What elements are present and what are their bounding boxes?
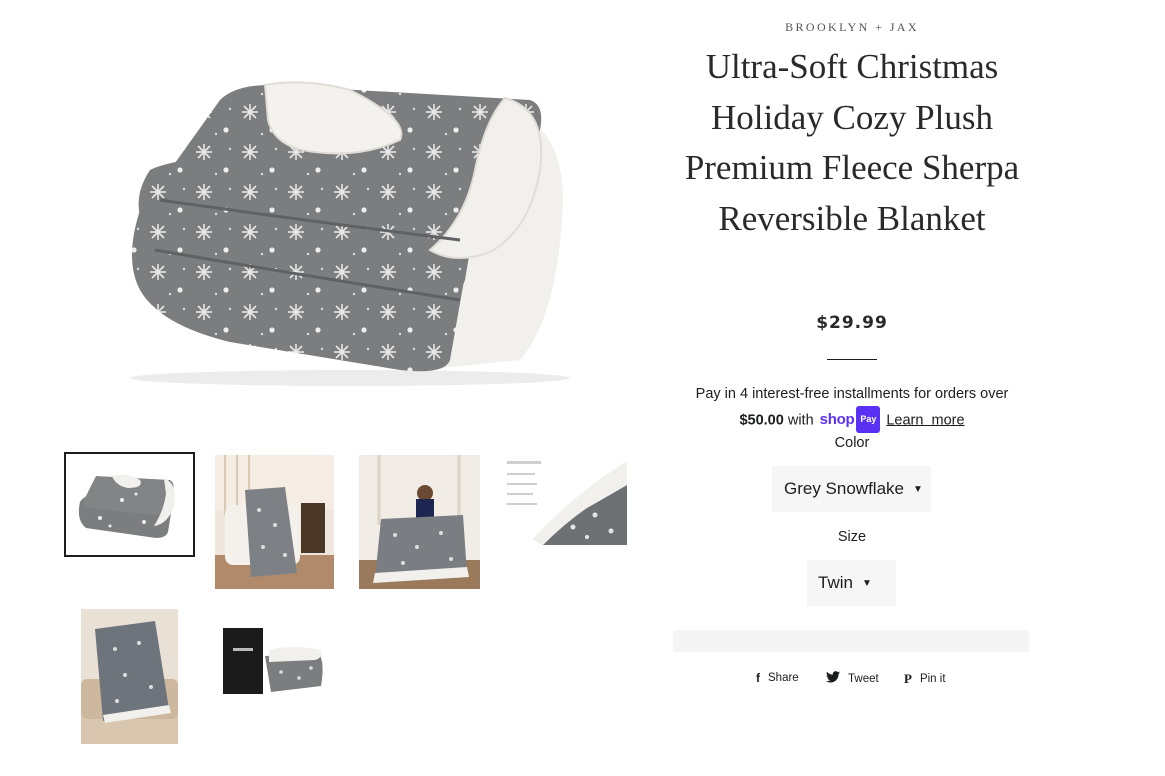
tweet-label: Tweet: [848, 672, 879, 685]
shop-pay-logo: shop Pay: [820, 406, 881, 433]
installments-with: with: [787, 412, 814, 429]
product-price: $29.99: [816, 313, 888, 333]
thumbnail-2[interactable]: [215, 455, 334, 589]
color-label: Color: [834, 435, 870, 451]
shop-pay-logo-pay: Pay: [856, 406, 881, 433]
pin-it-button[interactable]: P Pin it: [904, 671, 946, 687]
caret-down-icon: ▼: [861, 577, 872, 589]
size-select[interactable]: Twin ▼: [807, 560, 896, 606]
color-select-value: Grey Snowflake: [784, 479, 904, 498]
share-label: Share: [768, 672, 799, 684]
thumbnail-6[interactable]: [215, 622, 325, 698]
installments-threshold: $50.00: [739, 412, 784, 429]
main-product-image[interactable]: [100, 60, 580, 390]
pin-label: Pin it: [919, 673, 946, 685]
divider: [827, 359, 877, 360]
shop-pay-logo-shop: shop: [819, 411, 855, 428]
product-title: Ultra-Soft Christmas Holiday Cozy Plush …: [684, 47, 1020, 238]
size-label: Size: [837, 529, 867, 545]
facebook-icon: f: [756, 671, 760, 685]
tweet-button[interactable]: Tweet: [826, 671, 879, 686]
size-select-value: Twin: [818, 573, 853, 592]
thumbnail-3[interactable]: [359, 455, 480, 589]
twitter-icon: [826, 671, 840, 686]
caret-down-icon: ▼: [913, 483, 923, 495]
installments-message: Pay in 4 interest-free installments for …: [672, 382, 1032, 434]
color-select[interactable]: Grey Snowflake ▼: [772, 466, 931, 512]
thumbnail-5[interactable]: [81, 609, 178, 744]
installments-text: Pay in 4 interest-free installments for …: [695, 386, 1009, 402]
thumbnail-1[interactable]: [64, 452, 195, 557]
learn-more-link[interactable]: Learn more: [886, 412, 964, 428]
add-to-cart-button[interactable]: [673, 630, 1029, 652]
pinterest-icon: P: [904, 671, 912, 686]
vendor-name[interactable]: BROOKLYN + JAX: [677, 20, 1027, 35]
share-facebook-button[interactable]: f Share: [756, 671, 799, 685]
thumbnail-4[interactable]: [503, 455, 627, 545]
